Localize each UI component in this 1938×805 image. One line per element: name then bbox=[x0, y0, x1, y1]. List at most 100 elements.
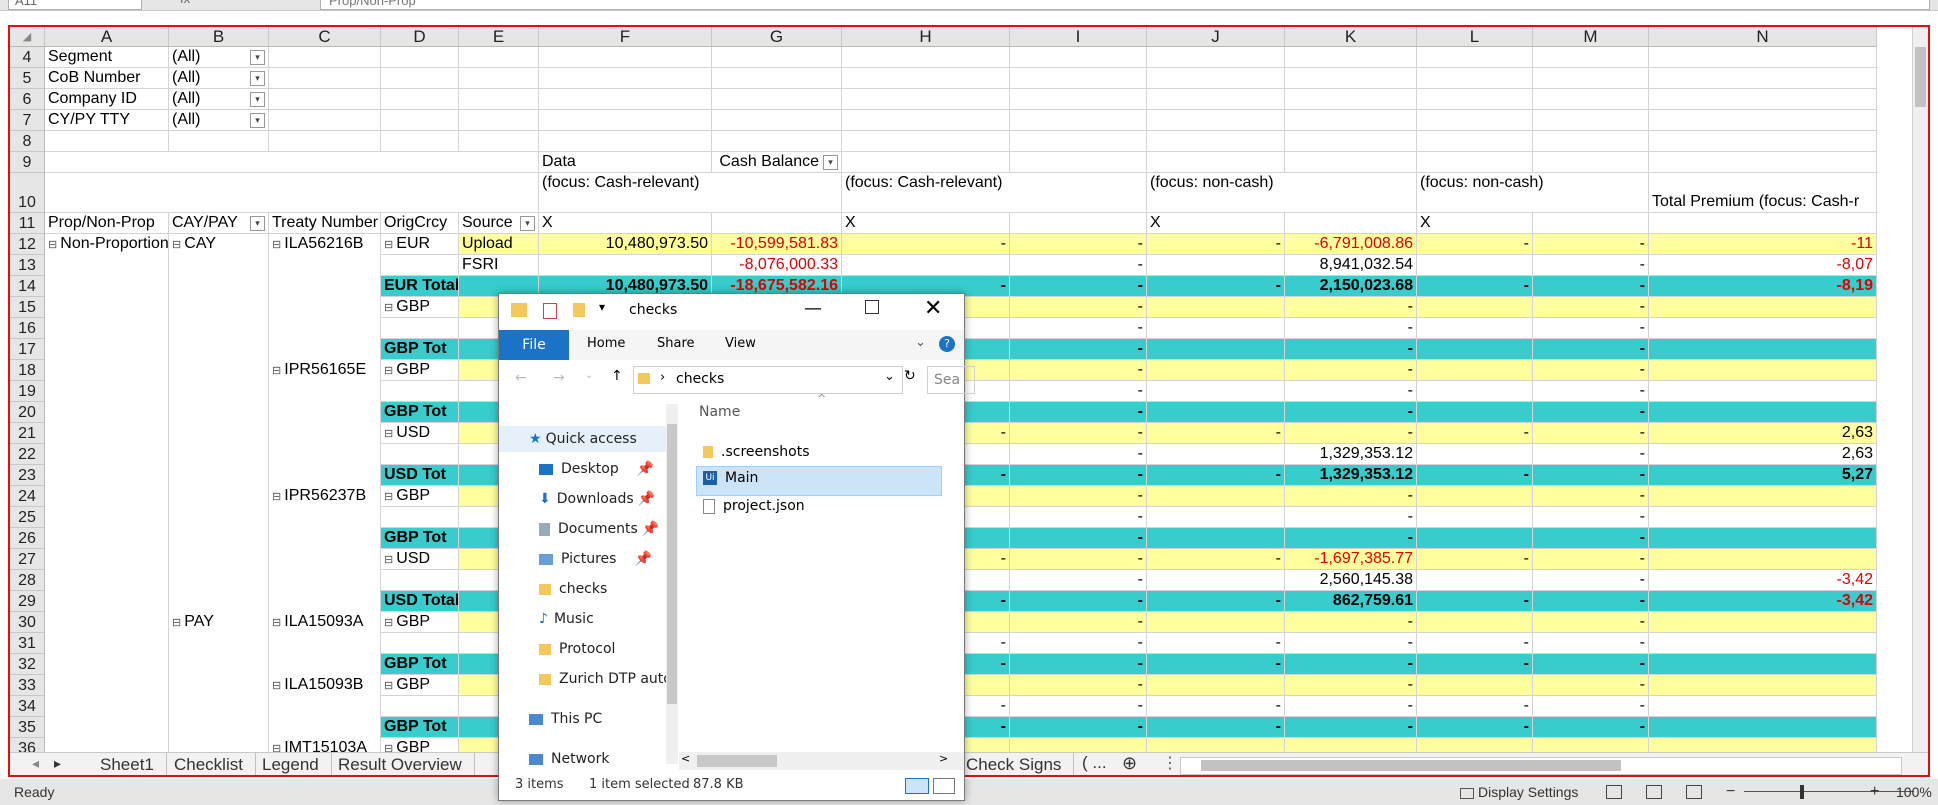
pivot-cell[interactable]: - bbox=[1010, 633, 1147, 654]
pivot-cell[interactable] bbox=[269, 654, 381, 675]
pivot-cell[interactable]: - bbox=[1147, 276, 1285, 297]
pivot-cell[interactable] bbox=[1147, 486, 1285, 507]
pivot-cell[interactable]: 2,63 bbox=[1649, 423, 1877, 444]
pivot-cell[interactable]: ⊟ PAY bbox=[169, 612, 269, 633]
file-item[interactable]: .screenshots bbox=[703, 444, 810, 460]
empty-cell[interactable] bbox=[1285, 47, 1417, 68]
pivot-cell[interactable]: - bbox=[1010, 234, 1147, 255]
empty-cell[interactable] bbox=[1147, 47, 1285, 68]
pivot-cell[interactable]: - bbox=[1417, 717, 1533, 738]
pivot-cell[interactable]: - bbox=[1533, 717, 1649, 738]
new-folder-icon[interactable] bbox=[573, 303, 585, 317]
empty-cell[interactable] bbox=[269, 110, 381, 131]
pivot-cell[interactable] bbox=[269, 633, 381, 654]
collapse-icon[interactable]: ⊟ bbox=[272, 491, 284, 503]
empty-cell[interactable] bbox=[269, 68, 381, 89]
tab-sheet1[interactable]: Sheet1 bbox=[88, 753, 167, 775]
pivot-cell[interactable]: 1,329,353.12 bbox=[1285, 465, 1417, 486]
pivot-cell[interactable]: - bbox=[1533, 654, 1649, 675]
row-header-14[interactable]: 14 bbox=[10, 276, 45, 297]
column-header-k[interactable]: K bbox=[1285, 27, 1417, 47]
pivot-cell[interactable] bbox=[169, 486, 269, 507]
pivot-cell[interactable] bbox=[269, 444, 381, 465]
pivot-cell[interactable] bbox=[1649, 528, 1877, 549]
collapse-icon[interactable]: ⊟ bbox=[272, 680, 284, 692]
pivot-cell[interactable] bbox=[269, 255, 381, 276]
pivot-cell[interactable] bbox=[1649, 297, 1877, 318]
pivot-cell[interactable]: ⊟ ILA56216B bbox=[269, 234, 381, 255]
empty-cell[interactable] bbox=[712, 110, 842, 131]
nav-music[interactable]: ♪ Music bbox=[539, 606, 594, 632]
row-header-15[interactable]: 15 bbox=[10, 297, 45, 318]
pivot-cell[interactable] bbox=[381, 570, 459, 591]
pivot-cell[interactable]: - bbox=[842, 234, 1010, 255]
pivot-cell[interactable] bbox=[1147, 381, 1285, 402]
pivot-cell[interactable]: ⊟ GBP bbox=[381, 486, 459, 507]
collapse-icon[interactable]: ⊟ bbox=[384, 239, 396, 251]
column-header-h[interactable]: H bbox=[842, 27, 1010, 47]
pivot-cell[interactable]: ⊟ GBP bbox=[381, 360, 459, 381]
empty-cell[interactable] bbox=[1010, 110, 1147, 131]
pivot-cell[interactable]: ⊟ IPR56165E bbox=[269, 360, 381, 381]
empty-cell[interactable] bbox=[539, 89, 712, 110]
empty-cell[interactable] bbox=[1533, 110, 1649, 131]
pivot-cell[interactable] bbox=[169, 423, 269, 444]
nav-downloads[interactable]: ⬇ Downloads 📌 bbox=[539, 486, 655, 512]
pivot-cell[interactable]: 862,759.61 bbox=[1285, 591, 1417, 612]
pivot-cell[interactable]: FSRI bbox=[459, 255, 539, 276]
tab-checklist[interactable]: Checklist bbox=[162, 753, 256, 775]
pivot-cell[interactable] bbox=[169, 381, 269, 402]
pivot-cell[interactable]: - bbox=[1533, 381, 1649, 402]
pivot-cell[interactable]: - bbox=[1533, 444, 1649, 465]
large-icons-view-icon[interactable] bbox=[933, 778, 955, 794]
row-header-22[interactable]: 22 bbox=[10, 444, 45, 465]
pivot-cell[interactable] bbox=[539, 255, 712, 276]
pivot-cell[interactable] bbox=[269, 381, 381, 402]
scroll-left-icon[interactable]: < bbox=[681, 752, 690, 765]
empty-cell[interactable] bbox=[45, 131, 169, 152]
pivot-cell[interactable]: ⊟ ILA15093A bbox=[269, 612, 381, 633]
column-header-e[interactable]: E bbox=[459, 27, 539, 47]
pivot-field-header[interactable]: Prop/Non-Prop▾ bbox=[45, 213, 169, 234]
row-header-16[interactable]: 16 bbox=[10, 318, 45, 339]
pivot-cell[interactable]: - bbox=[1285, 339, 1417, 360]
pivot-cell[interactable] bbox=[1147, 507, 1285, 528]
pivot-cell[interactable]: - bbox=[1285, 318, 1417, 339]
row-header-20[interactable]: 20 bbox=[10, 402, 45, 423]
pivot-cell[interactable]: -6,791,008.86 bbox=[1285, 234, 1417, 255]
pivot-cell[interactable] bbox=[269, 528, 381, 549]
help-icon[interactable]: ? bbox=[939, 336, 955, 352]
ribbon-file[interactable]: File bbox=[499, 330, 569, 360]
empty-cell[interactable] bbox=[1285, 152, 1417, 173]
empty-cell[interactable] bbox=[459, 68, 539, 89]
pivot-cell[interactable]: - bbox=[1010, 402, 1147, 423]
pivot-cell[interactable] bbox=[169, 675, 269, 696]
empty-cell[interactable] bbox=[1533, 152, 1649, 173]
file-item-main[interactable]: Ui Main bbox=[703, 470, 758, 486]
select-all-corner[interactable]: ◢ bbox=[10, 27, 45, 47]
pivot-cell[interactable]: - bbox=[1533, 423, 1649, 444]
pivot-cell[interactable] bbox=[1417, 318, 1533, 339]
column-header-a[interactable]: A bbox=[45, 27, 169, 47]
pivot-cell[interactable] bbox=[45, 339, 169, 360]
pivot-cell[interactable]: - bbox=[1285, 528, 1417, 549]
pivot-cell[interactable]: - bbox=[1010, 339, 1147, 360]
file-item[interactable]: project.json bbox=[703, 498, 805, 514]
pivot-cell[interactable]: - bbox=[1285, 717, 1417, 738]
pivot-cell[interactable] bbox=[45, 654, 169, 675]
pivot-cell[interactable]: - bbox=[1417, 423, 1533, 444]
empty-cell[interactable] bbox=[169, 131, 269, 152]
pivot-cell[interactable] bbox=[1147, 297, 1285, 318]
empty-cell[interactable] bbox=[1285, 89, 1417, 110]
pivot-cell[interactable]: - bbox=[1147, 717, 1285, 738]
pivot-cell[interactable] bbox=[1147, 360, 1285, 381]
pivot-cell[interactable]: ⊟ GBP bbox=[381, 675, 459, 696]
pivot-cell[interactable] bbox=[381, 696, 459, 717]
file-scroll-thumb[interactable] bbox=[697, 755, 777, 767]
pivot-cell[interactable] bbox=[169, 549, 269, 570]
pivot-cell[interactable] bbox=[169, 717, 269, 738]
pivot-cell[interactable] bbox=[1417, 339, 1533, 360]
pivot-cell[interactable] bbox=[269, 318, 381, 339]
nav-scroll-thumb[interactable] bbox=[667, 424, 677, 704]
scroll-thumb[interactable] bbox=[1915, 47, 1926, 107]
